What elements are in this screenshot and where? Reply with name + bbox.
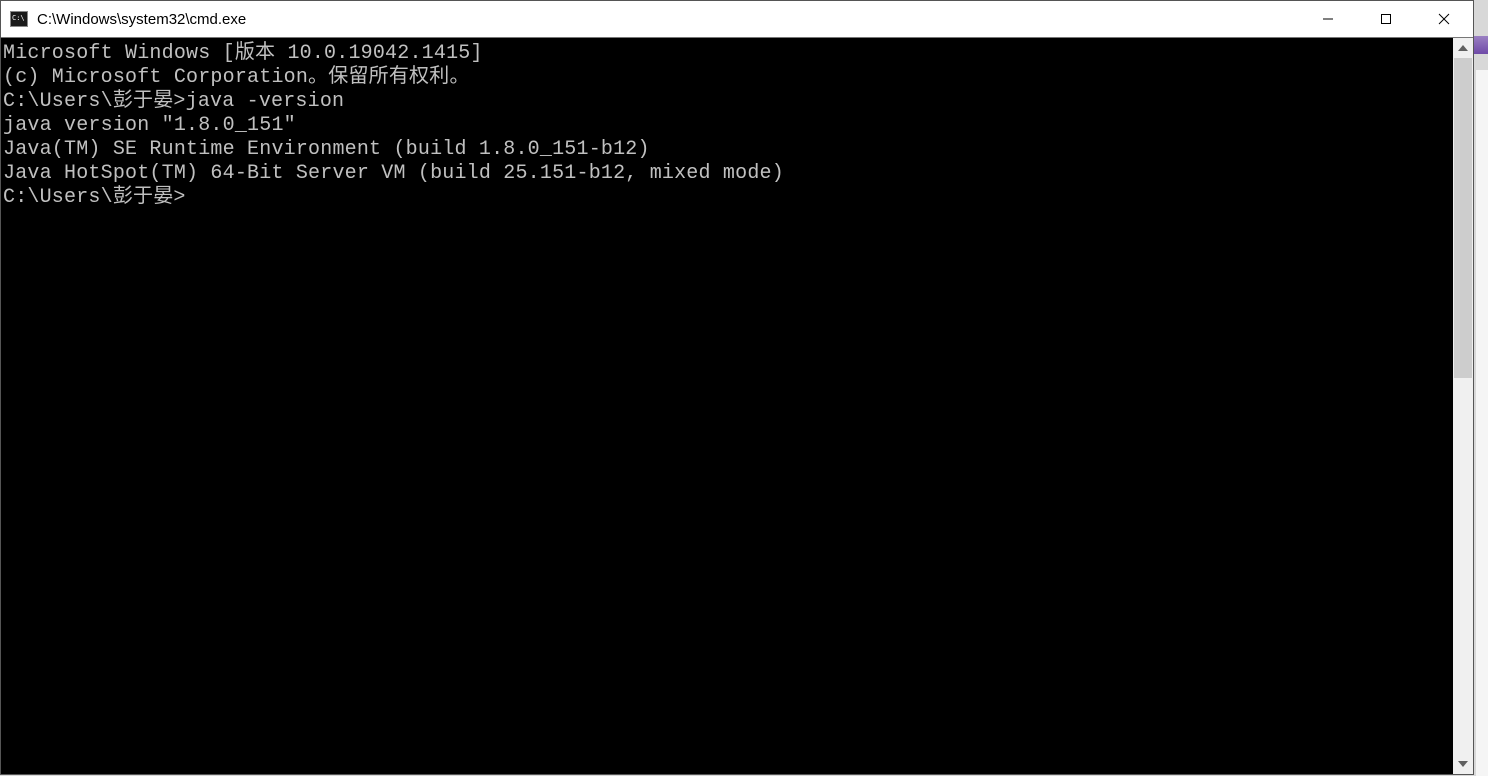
terminal-line: Microsoft Windows [版本 10.0.19042.1415]: [3, 42, 1453, 66]
maximize-button[interactable]: [1357, 1, 1415, 37]
cmd-window: C:\ C:\Windows\system32\cmd.exe Microsof…: [0, 0, 1474, 775]
terminal-line: Java(TM) SE Runtime Environment (build 1…: [3, 138, 1453, 162]
terminal-line: (c) Microsoft Corporation。保留所有权利。: [3, 66, 1453, 90]
cmd-icon: C:\: [9, 10, 29, 28]
vertical-scrollbar[interactable]: [1453, 38, 1473, 774]
terminal-output[interactable]: Microsoft Windows [版本 10.0.19042.1415](c…: [1, 38, 1453, 774]
terminal-line: java version "1.8.0_151": [3, 114, 1453, 138]
client-area: Microsoft Windows [版本 10.0.19042.1415](c…: [1, 37, 1473, 774]
window-controls: [1299, 1, 1473, 37]
svg-text:C:\: C:\: [12, 14, 25, 22]
terminal-line: C:\Users\彭于晏>: [3, 186, 1453, 210]
scroll-thumb[interactable]: [1454, 58, 1472, 378]
minimize-button[interactable]: [1299, 1, 1357, 37]
scroll-down-button[interactable]: [1453, 754, 1473, 774]
terminal-line: C:\Users\彭于晏>java -version: [3, 90, 1453, 114]
close-button[interactable]: [1415, 1, 1473, 37]
scroll-up-button[interactable]: [1453, 38, 1473, 58]
window-title: C:\Windows\system32\cmd.exe: [37, 11, 1299, 28]
scroll-track[interactable]: [1453, 58, 1473, 754]
background-window-edge: [1476, 70, 1488, 776]
background-window-tab: [1474, 36, 1488, 54]
titlebar[interactable]: C:\ C:\Windows\system32\cmd.exe: [1, 1, 1473, 37]
terminal-line: Java HotSpot(TM) 64-Bit Server VM (build…: [3, 162, 1453, 186]
